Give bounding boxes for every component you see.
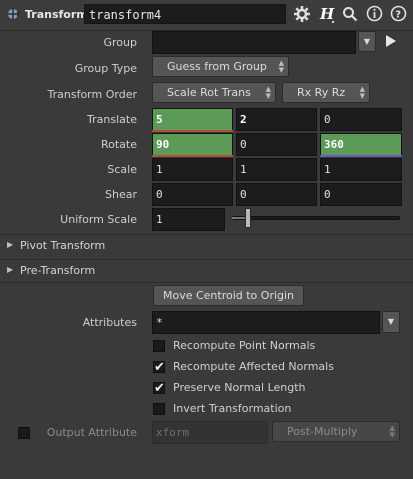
transform-node-icon	[5, 6, 21, 22]
attributes-field[interactable]: *	[152, 311, 380, 334]
scale-label: Scale	[107, 163, 137, 176]
svg-text:?: ?	[395, 10, 401, 21]
rotate-order-select[interactable]: Rx Ry Rz ▲ ▼	[282, 82, 370, 103]
pivot-transform-label: Pivot Transform	[20, 239, 106, 252]
x-axis-underline	[152, 155, 233, 157]
output-mode-select[interactable]: Post-Multiply ▲ ▼	[272, 421, 400, 442]
invert-transformation-checkbox[interactable]	[153, 403, 165, 415]
move-centroid-button[interactable]: Move Centroid to Origin	[153, 285, 304, 306]
shear-y-field[interactable]: 0	[236, 183, 317, 206]
uniform-scale-slider-fill	[232, 217, 246, 219]
translate-x-field[interactable]: 5	[152, 108, 233, 131]
group-menu-button[interactable]: ▼	[358, 31, 376, 52]
rotate-x-field[interactable]: 90	[152, 133, 233, 156]
rotate-z-field[interactable]: 360	[320, 133, 402, 156]
attributes-label: Attributes	[82, 316, 137, 329]
shear-x-field[interactable]: 0	[152, 183, 233, 206]
uniform-scale-label: Uniform Scale	[60, 213, 137, 226]
recompute-affected-normals-label: Recompute Affected Normals	[173, 360, 334, 373]
z-axis-underline	[320, 155, 402, 157]
group-type-select[interactable]: Guess from Group ▲ ▼	[152, 56, 289, 77]
preserve-normal-length-label: Preserve Normal Length	[173, 381, 306, 394]
uniform-scale-field[interactable]: 1	[152, 208, 225, 231]
updown-arrow-icon: ▲ ▼	[359, 85, 365, 100]
svg-text:H: H	[319, 5, 335, 23]
search-icon[interactable]	[342, 6, 358, 22]
question-icon[interactable]: ?	[390, 5, 407, 22]
shear-label: Shear	[105, 188, 137, 201]
scale-z-field[interactable]: 1	[320, 158, 402, 181]
pivot-transform-section[interactable]: ▶ Pivot Transform	[0, 234, 413, 257]
translate-label: Translate	[87, 113, 137, 126]
pre-transform-section[interactable]: ▶ Pre-Transform	[0, 259, 413, 283]
group-type-value: Guess from Group	[167, 60, 267, 73]
rotate-y-field[interactable]: 0	[236, 133, 317, 156]
updown-arrow-icon: ▲ ▼	[265, 85, 271, 100]
scale-x-field[interactable]: 1	[152, 158, 233, 181]
updown-arrow-icon: ▲ ▼	[389, 424, 395, 439]
output-attribute-label: Output Attribute	[46, 426, 137, 439]
recompute-affected-normals-checkbox[interactable]: ✔	[153, 361, 165, 374]
select-arrow-icon[interactable]	[385, 34, 397, 48]
node-type-label: Transform	[25, 8, 88, 21]
translate-y-field[interactable]: 2	[236, 108, 317, 131]
uniform-scale-slider-handle[interactable]	[245, 208, 251, 228]
expand-arrow-icon: ▶	[7, 240, 14, 249]
output-attribute-field[interactable]: xform	[152, 421, 268, 444]
uniform-scale-slider-track[interactable]	[232, 216, 400, 220]
preserve-normal-length-checkbox[interactable]: ✔	[153, 382, 165, 395]
attributes-menu-button[interactable]: ▼	[382, 311, 400, 333]
gear-icon[interactable]	[293, 5, 311, 23]
scale-y-field[interactable]: 1	[236, 158, 317, 181]
group-type-label: Group Type	[74, 62, 137, 75]
invert-transformation-label: Invert Transformation	[173, 402, 292, 415]
parameter-header: Transform transform4 H ?	[0, 0, 413, 31]
node-name-field[interactable]: transform4	[84, 4, 286, 24]
group-field[interactable]	[152, 31, 356, 54]
rotate-label: Rotate	[100, 138, 137, 151]
translate-z-field[interactable]: 0	[320, 108, 402, 131]
transform-order-select[interactable]: Scale Rot Trans ▲ ▼	[152, 82, 276, 103]
help-hash-icon[interactable]: H	[318, 4, 336, 24]
x-axis-underline	[152, 130, 233, 132]
expand-arrow-icon: ▶	[7, 265, 14, 274]
shear-z-field[interactable]: 0	[320, 183, 402, 206]
recompute-point-normals-checkbox[interactable]	[153, 340, 165, 352]
transform-order-label: Transform Order	[47, 88, 137, 101]
rotate-order-value: Rx Ry Rz	[297, 86, 346, 99]
transform-order-value: Scale Rot Trans	[167, 86, 251, 99]
pre-transform-label: Pre-Transform	[20, 264, 96, 277]
output-mode-value: Post-Multiply	[287, 425, 358, 438]
recompute-point-normals-label: Recompute Point Normals	[173, 339, 316, 352]
info-icon[interactable]	[366, 5, 383, 22]
updown-arrow-icon: ▲ ▼	[278, 59, 284, 74]
group-label: Group	[103, 36, 138, 49]
